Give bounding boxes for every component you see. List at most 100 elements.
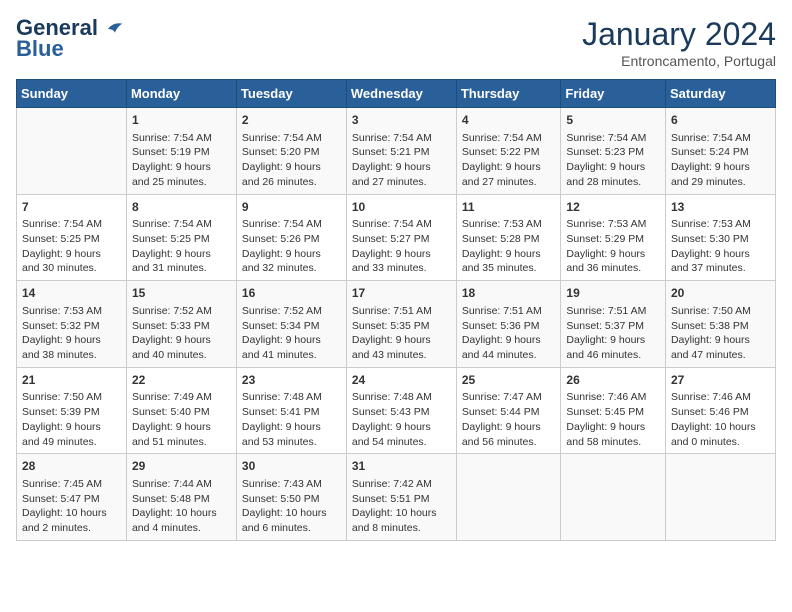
day-number: 16 bbox=[242, 285, 341, 302]
calendar-day-cell: 29 Sunrise: 7:44 AM Sunset: 5:48 PM Dayli… bbox=[126, 454, 236, 541]
calendar-header: SundayMondayTuesdayWednesdayThursdayFrid… bbox=[17, 80, 776, 108]
calendar-day-cell bbox=[561, 454, 666, 541]
day-info: Sunrise: 7:54 AM Sunset: 5:27 PM Dayligh… bbox=[352, 217, 451, 276]
day-number: 1 bbox=[132, 112, 231, 129]
calendar-day-cell: 15 Sunrise: 7:52 AM Sunset: 5:33 PM Dayli… bbox=[126, 281, 236, 368]
day-number: 29 bbox=[132, 458, 231, 475]
weekday-header: Saturday bbox=[665, 80, 775, 108]
day-info: Sunrise: 7:54 AM Sunset: 5:20 PM Dayligh… bbox=[242, 131, 341, 190]
weekday-header: Sunday bbox=[17, 80, 127, 108]
day-info: Sunrise: 7:54 AM Sunset: 5:23 PM Dayligh… bbox=[566, 131, 660, 190]
calendar-week-row: 1 Sunrise: 7:54 AM Sunset: 5:19 PM Daylig… bbox=[17, 108, 776, 195]
calendar-day-cell: 31Sunrise: 7:42 AM Sunset: 5:51 PM Dayli… bbox=[346, 454, 456, 541]
day-number: 11 bbox=[462, 199, 556, 216]
calendar-day-cell: 4 Sunrise: 7:54 AM Sunset: 5:22 PM Daylig… bbox=[456, 108, 561, 195]
day-number: 7 bbox=[22, 199, 121, 216]
calendar-week-row: 28Sunrise: 7:45 AM Sunset: 5:47 PM Dayli… bbox=[17, 454, 776, 541]
location-subtitle: Entroncamento, Portugal bbox=[582, 53, 776, 69]
day-info: Sunrise: 7:54 AM Sunset: 5:21 PM Dayligh… bbox=[352, 131, 451, 190]
day-info: Sunrise: 7:50 AM Sunset: 5:38 PM Dayligh… bbox=[671, 304, 770, 363]
day-info: Sunrise: 7:53 AM Sunset: 5:32 PM Dayligh… bbox=[22, 304, 121, 363]
day-number: 27 bbox=[671, 372, 770, 389]
day-number: 19 bbox=[566, 285, 660, 302]
calendar-day-cell: 30 Sunrise: 7:43 AM Sunset: 5:50 PM Dayli… bbox=[236, 454, 346, 541]
day-number: 17 bbox=[352, 285, 451, 302]
day-info: Sunrise: 7:54 AM Sunset: 5:24 PM Dayligh… bbox=[671, 131, 770, 190]
month-title: January 2024 bbox=[582, 16, 776, 53]
day-info: Sunrise: 7:54 AM Sunset: 5:22 PM Dayligh… bbox=[462, 131, 556, 190]
calendar-day-cell: 6 Sunrise: 7:54 AM Sunset: 5:24 PM Daylig… bbox=[665, 108, 775, 195]
day-number: 4 bbox=[462, 112, 556, 129]
day-info: Sunrise: 7:54 AM Sunset: 5:25 PM Dayligh… bbox=[22, 217, 121, 276]
day-number: 23 bbox=[242, 372, 341, 389]
day-number: 6 bbox=[671, 112, 770, 129]
day-info: Sunrise: 7:52 AM Sunset: 5:34 PM Dayligh… bbox=[242, 304, 341, 363]
weekday-header: Wednesday bbox=[346, 80, 456, 108]
day-info: Sunrise: 7:54 AM Sunset: 5:26 PM Dayligh… bbox=[242, 217, 341, 276]
day-number: 15 bbox=[132, 285, 231, 302]
day-number: 28 bbox=[22, 458, 121, 475]
day-number: 10 bbox=[352, 199, 451, 216]
calendar-day-cell: 12Sunrise: 7:53 AM Sunset: 5:29 PM Dayli… bbox=[561, 194, 666, 281]
day-number: 25 bbox=[462, 372, 556, 389]
title-area: January 2024 Entroncamento, Portugal bbox=[582, 16, 776, 69]
day-number: 13 bbox=[671, 199, 770, 216]
calendar-day-cell: 17 Sunrise: 7:51 AM Sunset: 5:35 PM Dayli… bbox=[346, 281, 456, 368]
day-number: 30 bbox=[242, 458, 341, 475]
day-number: 31 bbox=[352, 458, 451, 475]
calendar-day-cell: 24Sunrise: 7:48 AM Sunset: 5:43 PM Dayli… bbox=[346, 367, 456, 454]
day-number: 18 bbox=[462, 285, 556, 302]
calendar-week-row: 14 Sunrise: 7:53 AM Sunset: 5:32 PM Dayli… bbox=[17, 281, 776, 368]
page-header: General Blue January 2024 Entroncamento,… bbox=[16, 16, 776, 69]
calendar-day-cell: 10Sunrise: 7:54 AM Sunset: 5:27 PM Dayli… bbox=[346, 194, 456, 281]
day-info: Sunrise: 7:53 AM Sunset: 5:28 PM Dayligh… bbox=[462, 217, 556, 276]
day-info: Sunrise: 7:49 AM Sunset: 5:40 PM Dayligh… bbox=[132, 390, 231, 449]
weekday-header: Friday bbox=[561, 80, 666, 108]
day-info: Sunrise: 7:51 AM Sunset: 5:37 PM Dayligh… bbox=[566, 304, 660, 363]
day-number: 26 bbox=[566, 372, 660, 389]
day-info: Sunrise: 7:50 AM Sunset: 5:39 PM Dayligh… bbox=[22, 390, 121, 449]
calendar-day-cell: 11Sunrise: 7:53 AM Sunset: 5:28 PM Dayli… bbox=[456, 194, 561, 281]
calendar-day-cell: 2 Sunrise: 7:54 AM Sunset: 5:20 PM Daylig… bbox=[236, 108, 346, 195]
day-info: Sunrise: 7:46 AM Sunset: 5:46 PM Dayligh… bbox=[671, 390, 770, 449]
calendar-day-cell: 21Sunrise: 7:50 AM Sunset: 5:39 PM Dayli… bbox=[17, 367, 127, 454]
day-number: 22 bbox=[132, 372, 231, 389]
day-info: Sunrise: 7:44 AM Sunset: 5:48 PM Dayligh… bbox=[132, 477, 231, 536]
calendar-day-cell: 19 Sunrise: 7:51 AM Sunset: 5:37 PM Dayli… bbox=[561, 281, 666, 368]
calendar-body: 1 Sunrise: 7:54 AM Sunset: 5:19 PM Daylig… bbox=[17, 108, 776, 541]
weekday-header: Monday bbox=[126, 80, 236, 108]
day-number: 9 bbox=[242, 199, 341, 216]
day-info: Sunrise: 7:51 AM Sunset: 5:35 PM Dayligh… bbox=[352, 304, 451, 363]
calendar-day-cell: 3 Sunrise: 7:54 AM Sunset: 5:21 PM Daylig… bbox=[346, 108, 456, 195]
day-info: Sunrise: 7:51 AM Sunset: 5:36 PM Dayligh… bbox=[462, 304, 556, 363]
day-info: Sunrise: 7:47 AM Sunset: 5:44 PM Dayligh… bbox=[462, 390, 556, 449]
weekday-header: Tuesday bbox=[236, 80, 346, 108]
calendar-day-cell: 18 Sunrise: 7:51 AM Sunset: 5:36 PM Dayli… bbox=[456, 281, 561, 368]
calendar-table: SundayMondayTuesdayWednesdayThursdayFrid… bbox=[16, 79, 776, 541]
day-number: 20 bbox=[671, 285, 770, 302]
day-number: 24 bbox=[352, 372, 451, 389]
calendar-day-cell bbox=[17, 108, 127, 195]
calendar-day-cell bbox=[665, 454, 775, 541]
day-number: 3 bbox=[352, 112, 451, 129]
day-info: Sunrise: 7:54 AM Sunset: 5:19 PM Dayligh… bbox=[132, 131, 231, 190]
day-info: Sunrise: 7:53 AM Sunset: 5:30 PM Dayligh… bbox=[671, 217, 770, 276]
calendar-day-cell: 16 Sunrise: 7:52 AM Sunset: 5:34 PM Dayli… bbox=[236, 281, 346, 368]
day-number: 14 bbox=[22, 285, 121, 302]
weekday-header: Thursday bbox=[456, 80, 561, 108]
day-info: Sunrise: 7:52 AM Sunset: 5:33 PM Dayligh… bbox=[132, 304, 231, 363]
calendar-day-cell: 14 Sunrise: 7:53 AM Sunset: 5:32 PM Dayli… bbox=[17, 281, 127, 368]
calendar-day-cell: 22Sunrise: 7:49 AM Sunset: 5:40 PM Dayli… bbox=[126, 367, 236, 454]
logo-bird-icon bbox=[106, 20, 124, 38]
calendar-day-cell: 7Sunrise: 7:54 AM Sunset: 5:25 PM Daylig… bbox=[17, 194, 127, 281]
calendar-day-cell: 1 Sunrise: 7:54 AM Sunset: 5:19 PM Daylig… bbox=[126, 108, 236, 195]
day-info: Sunrise: 7:53 AM Sunset: 5:29 PM Dayligh… bbox=[566, 217, 660, 276]
day-number: 5 bbox=[566, 112, 660, 129]
calendar-day-cell: 8Sunrise: 7:54 AM Sunset: 5:25 PM Daylig… bbox=[126, 194, 236, 281]
calendar-week-row: 7Sunrise: 7:54 AM Sunset: 5:25 PM Daylig… bbox=[17, 194, 776, 281]
calendar-day-cell: 20 Sunrise: 7:50 AM Sunset: 5:38 PM Dayli… bbox=[665, 281, 775, 368]
day-info: Sunrise: 7:43 AM Sunset: 5:50 PM Dayligh… bbox=[242, 477, 341, 536]
day-number: 2 bbox=[242, 112, 341, 129]
calendar-day-cell: 13Sunrise: 7:53 AM Sunset: 5:30 PM Dayli… bbox=[665, 194, 775, 281]
calendar-day-cell: 27Sunrise: 7:46 AM Sunset: 5:46 PM Dayli… bbox=[665, 367, 775, 454]
